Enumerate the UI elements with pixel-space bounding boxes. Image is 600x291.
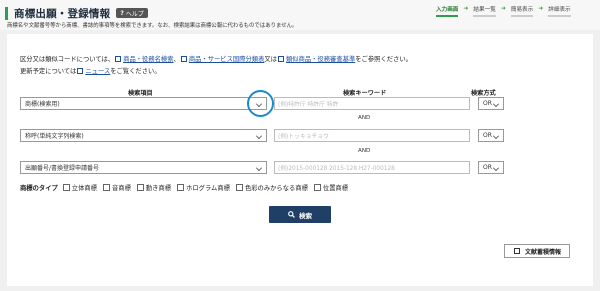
external-link-icon: [115, 56, 122, 62]
checkbox-box[interactable]: [235, 184, 243, 191]
chevron-down-icon: [493, 165, 499, 171]
note-text: 、: [173, 56, 180, 63]
step-label: 入力画面: [436, 7, 459, 13]
select-value: 称呼(単純文字列検索): [25, 133, 84, 140]
arrow-right-icon: ➜: [463, 5, 469, 12]
note-text: をご参照ください。: [355, 56, 412, 63]
title-bar: 商標出願・登録情報 ? ヘルプ: [5, 6, 148, 20]
link-news[interactable]: ニュース: [85, 68, 110, 75]
note-line-1: 区分又は類似コードについては、 商品・役務名検索、 商品・サービス国際分類表又は 類似…: [20, 54, 412, 66]
question-icon: ?: [120, 9, 124, 17]
search-item-select-1[interactable]: 商標(検索用): [20, 97, 267, 110]
arrow-right-icon: ➜: [538, 5, 544, 12]
checkbox-sound-mark[interactable]: 音商標: [102, 183, 131, 192]
select-value: 商標(検索用): [25, 101, 60, 108]
and-label: AND: [358, 148, 371, 154]
external-link-icon: [180, 56, 187, 62]
column-header-keyword: 検索キーワード: [343, 90, 387, 97]
search-icon: [288, 211, 295, 218]
step-input: 入力画面: [436, 5, 459, 17]
method-select-1[interactable]: OR: [478, 97, 504, 110]
checkbox-box[interactable]: [177, 184, 185, 191]
step-indicator: 入力画面 ➜ 結果一覧 ➜ 簡易表示 ➜ 詳細表示: [436, 5, 571, 17]
checkbox-label: 位置商標: [322, 185, 349, 192]
note-text: 更新予定については: [20, 68, 77, 75]
step-bar: [510, 15, 534, 17]
note-text: 区分又は類似コードについては、: [20, 56, 115, 63]
method-select-2[interactable]: OR: [478, 129, 504, 142]
link-international-classification[interactable]: 商品・サービス国際分類表: [189, 56, 265, 63]
note-line-2: 更新予定については ニュースをご覧ください。: [20, 66, 412, 78]
checkbox-position-mark[interactable]: 位置商標: [313, 183, 349, 192]
step-label: 結果一覧: [473, 7, 496, 13]
checkbox-label: 動き商標: [145, 185, 172, 192]
step-bar: [548, 15, 571, 17]
chevron-down-icon: [493, 133, 499, 139]
keyword-input-2[interactable]: (例)トッキョチョウ: [274, 129, 470, 142]
checkbox-label: 立体商標: [71, 185, 97, 192]
checkbox-box[interactable]: [62, 184, 70, 191]
checkbox-motion-mark[interactable]: 動き商標: [136, 183, 172, 192]
checkbox-box[interactable]: [136, 184, 144, 191]
input-placeholder: (例)2015-000128 2015-128 H27-000128: [278, 166, 395, 172]
step-results: 結果一覧: [473, 5, 496, 17]
checkbox-box[interactable]: [102, 184, 110, 191]
select-value: OR: [483, 100, 492, 107]
checkbox-label: ホログラム商標: [186, 185, 230, 192]
step-bar: [473, 15, 496, 17]
search-item-select-3[interactable]: 出願番号/書換登録申請番号: [20, 161, 267, 174]
reference-note: 区分又は類似コードについては、 商品・役務名検索、 商品・サービス国際分類表又は 類似…: [20, 54, 412, 78]
column-header-item: 検索項目: [128, 90, 153, 97]
arrow-right-icon: ➜: [500, 5, 506, 12]
column-header-method: 検索方式: [471, 90, 496, 97]
step-label: 詳細表示: [548, 7, 571, 13]
chevron-down-icon: [256, 165, 262, 171]
note-text: をご覧ください。: [110, 68, 161, 75]
search-item-select-2[interactable]: 称呼(単純文字列検索): [20, 129, 267, 142]
checkbox-hologram-mark[interactable]: ホログラム商標: [177, 183, 230, 192]
link-examination-standard[interactable]: 類似商品・役務審査基準: [286, 56, 355, 63]
help-label: ヘルプ: [125, 10, 144, 18]
external-link-icon: [513, 248, 520, 254]
search-button-label: 検索: [299, 211, 312, 220]
note-text: 又は: [264, 56, 277, 63]
keyword-input-3[interactable]: (例)2015-000128 2015-128 H27-000128: [274, 161, 470, 174]
step-label: 簡易表示: [510, 7, 534, 13]
select-value: OR: [483, 164, 492, 171]
and-label: AND: [358, 115, 371, 121]
checkbox-box[interactable]: [313, 184, 321, 191]
page-title: 商標出願・登録情報: [14, 7, 111, 20]
keyword-input-1[interactable]: (例)特許庁 特許庁 特許: [274, 97, 470, 110]
checkbox-label: 音商標: [111, 185, 131, 192]
checkbox-label: 色彩のみからなる商標: [244, 185, 308, 192]
select-value: OR: [483, 132, 492, 139]
chevron-down-icon: [256, 133, 262, 139]
external-link-icon: [77, 68, 84, 74]
header: 商標出願・登録情報 ? ヘルプ 商標名や文献番号等から商標、書誌的事項等を検索で…: [0, 0, 600, 30]
trademark-type-label: 商標のタイプ: [20, 185, 58, 192]
step-simple: 簡易表示: [510, 5, 534, 17]
highlight-circle: [247, 90, 274, 117]
select-value: 出願番号/書換登録申請番号: [25, 165, 100, 172]
input-placeholder: (例)特許庁 特許庁 特許: [278, 102, 339, 108]
external-link-icon: [277, 56, 284, 62]
page-description: 商標名や文献番号等から商標、書誌的事項等を検索できます。なお、検索結果は商標公報…: [7, 23, 298, 29]
step-bar: [436, 15, 459, 17]
method-select-3[interactable]: OR: [478, 161, 504, 174]
chevron-down-icon: [493, 101, 499, 107]
search-panel: 区分又は類似コードについては、 商品・役務名検索、 商品・サービス国際分類表又は 類似…: [7, 34, 593, 286]
title-accent: [5, 6, 8, 20]
document-accumulation-button[interactable]: 文献蓄積情報: [504, 244, 570, 258]
document-accumulation-label: 文献蓄積情報: [524, 248, 561, 256]
search-button[interactable]: 検索: [269, 206, 331, 223]
input-placeholder: (例)トッキョチョウ: [278, 134, 329, 140]
link-goods-service-search[interactable]: 商品・役務名検索: [123, 56, 173, 63]
trademark-type-filter: 商標のタイプ 立体商標 音商標 動き商標 ホログラム商標 色彩のみからなる商標 …: [20, 183, 354, 192]
step-detail: 詳細表示: [548, 5, 571, 17]
help-button[interactable]: ? ヘルプ: [116, 8, 148, 18]
checkbox-3d-mark[interactable]: 立体商標: [62, 183, 97, 192]
checkbox-color-mark[interactable]: 色彩のみからなる商標: [235, 183, 308, 192]
